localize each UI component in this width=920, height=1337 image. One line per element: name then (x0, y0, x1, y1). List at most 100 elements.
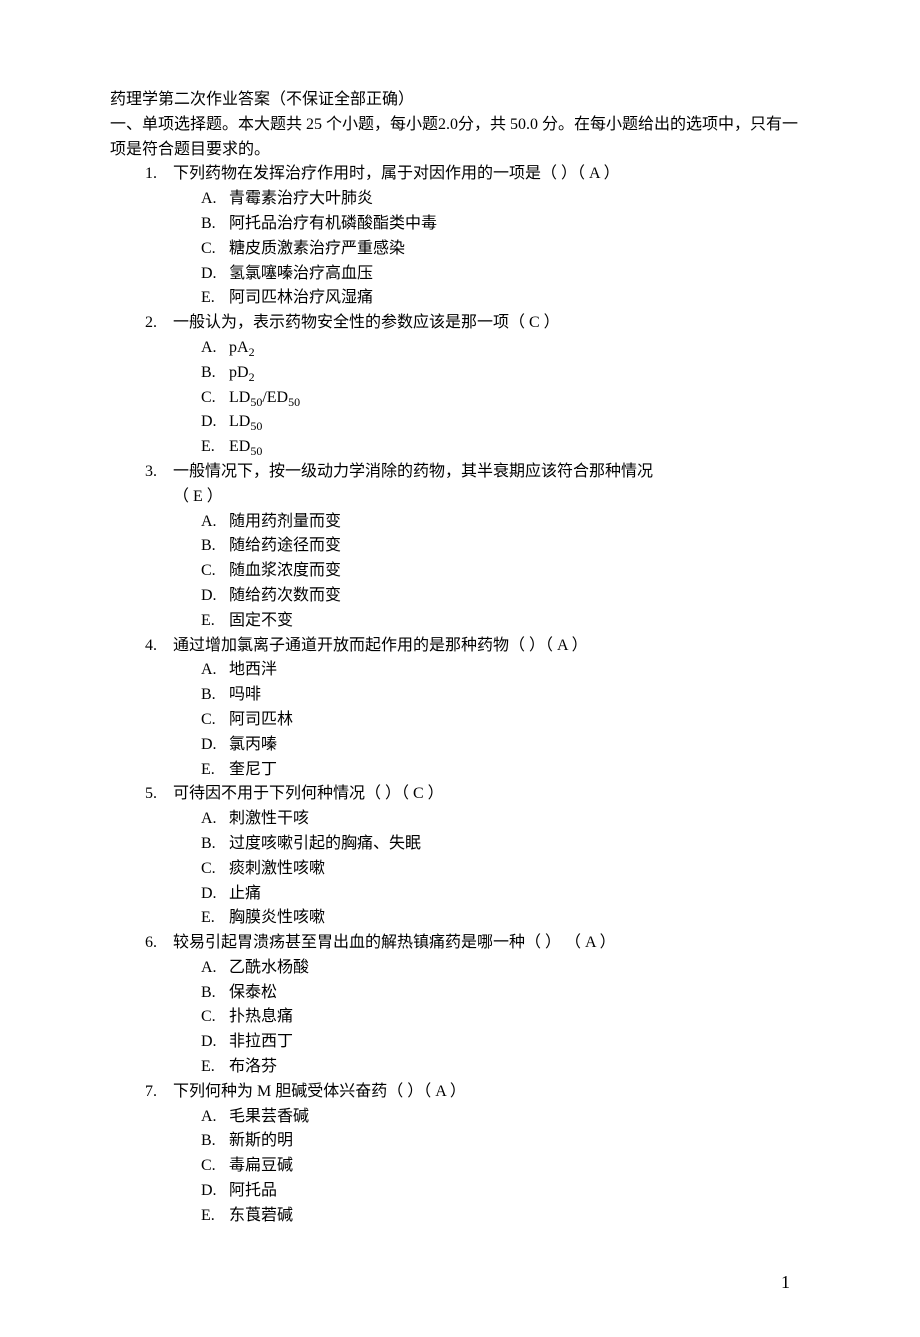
option-d: D.LD50 (201, 410, 810, 435)
question-number: 3. (145, 460, 173, 485)
option-text: 过度咳嗽引起的胸痛、失眠 (229, 832, 421, 857)
option-text: 随给药次数而变 (229, 584, 341, 609)
question-text: 一般认为，表示药物安全性的参数应该是那一项（ C ） (173, 311, 560, 336)
option-label: D. (201, 1030, 229, 1055)
option-text: 糖皮质激素治疗严重感染 (229, 237, 405, 262)
option-label: C. (201, 1154, 229, 1179)
option-text: 氢氯噻嗪治疗高血压 (229, 262, 373, 287)
option-label: B. (201, 534, 229, 559)
option-text: 奎尼丁 (229, 758, 277, 783)
option-e: E.奎尼丁 (201, 758, 810, 783)
option-label: E. (201, 906, 229, 931)
option-a: A.刺激性干咳 (201, 807, 810, 832)
question-stem: 4. 通过增加氯离子通道开放而起作用的是那种药物（ ）（ A ） (145, 634, 810, 659)
option-d: D.阿托品 (201, 1179, 810, 1204)
option-list: A.青霉素治疗大叶肺炎 B.阿托品治疗有机磷酸酯类中毒 C.糖皮质激素治疗严重感… (145, 187, 810, 311)
option-c: C.痰刺激性咳嗽 (201, 857, 810, 882)
option-b: B.保泰松 (201, 981, 810, 1006)
option-b: B.随给药途径而变 (201, 534, 810, 559)
option-c: C.阿司匹林 (201, 708, 810, 733)
option-b: B.pD2 (201, 361, 810, 386)
question-5: 5. 可待因不用于下列何种情况（ ）（ C ） A.刺激性干咳 B.过度咳嗽引起… (110, 782, 810, 931)
option-list: A.地西泮 B.吗啡 C.阿司匹林 D.氯丙嗪 E.奎尼丁 (145, 658, 810, 782)
option-text: 阿托品 (229, 1179, 277, 1204)
option-c: C.随血浆浓度而变 (201, 559, 810, 584)
option-a: A.随用药剂量而变 (201, 510, 810, 535)
option-label: A. (201, 510, 229, 535)
question-list: 1. 下列药物在发挥治疗作用时，属于对因作用的一项是（ ）（ A ） A.青霉素… (110, 162, 810, 1228)
option-text: 随给药途径而变 (229, 534, 341, 559)
option-label: E. (201, 609, 229, 634)
question-stem: 7. 下列何种为 M 胆碱受体兴奋药（ ）（ A ） (145, 1080, 810, 1105)
option-list: A.随用药剂量而变 B.随给药途径而变 C.随血浆浓度而变 D.随给药次数而变 … (145, 510, 810, 634)
question-text: 一般情况下，按一级动力学消除的药物，其半衰期应该符合那种情况 (173, 460, 653, 485)
question-number: 2. (145, 311, 173, 336)
option-b: B.新斯的明 (201, 1129, 810, 1154)
option-text: 非拉西丁 (229, 1030, 293, 1055)
option-text: pA2 (229, 336, 255, 361)
option-text: 随用药剂量而变 (229, 510, 341, 535)
option-text: 痰刺激性咳嗽 (229, 857, 325, 882)
option-e: E.ED50 (201, 435, 810, 460)
question-text: 通过增加氯离子通道开放而起作用的是那种药物（ ）（ A ） (173, 634, 588, 659)
option-label: E. (201, 286, 229, 311)
option-text: 固定不变 (229, 609, 293, 634)
option-text: 毛果芸香碱 (229, 1105, 309, 1130)
option-label: A. (201, 658, 229, 683)
option-d: D.随给药次数而变 (201, 584, 810, 609)
option-text: pD2 (229, 361, 255, 386)
page-number: 1 (110, 1269, 810, 1297)
question-3: 3. 一般情况下，按一级动力学消除的药物，其半衰期应该符合那种情况 （ E ） … (110, 460, 810, 634)
option-label: B. (201, 832, 229, 857)
option-label: A. (201, 956, 229, 981)
option-label: D. (201, 733, 229, 758)
option-c: C.LD50/ED50 (201, 386, 810, 411)
option-label: A. (201, 336, 229, 361)
option-text: 吗啡 (229, 683, 261, 708)
question-1: 1. 下列药物在发挥治疗作用时，属于对因作用的一项是（ ）（ A ） A.青霉素… (110, 162, 810, 311)
option-list: A.刺激性干咳 B.过度咳嗽引起的胸痛、失眠 C.痰刺激性咳嗽 D.止痛 E.胸… (145, 807, 810, 931)
option-text: LD50/ED50 (229, 386, 300, 411)
option-c: C.糖皮质激素治疗严重感染 (201, 237, 810, 262)
question-text: 可待因不用于下列何种情况（ ）（ C ） (173, 782, 444, 807)
option-label: D. (201, 1179, 229, 1204)
option-e: E.东莨菪碱 (201, 1204, 810, 1229)
question-2: 2. 一般认为，表示药物安全性的参数应该是那一项（ C ） A.pA2 B.pD… (110, 311, 810, 460)
option-text: 布洛芬 (229, 1055, 277, 1080)
option-label: D. (201, 882, 229, 907)
question-text: 较易引起胃溃疡甚至胃出血的解热镇痛药是哪一种（ ） （ A ） (173, 931, 616, 956)
question-4: 4. 通过增加氯离子通道开放而起作用的是那种药物（ ）（ A ） A.地西泮 B… (110, 634, 810, 783)
option-label: E. (201, 1055, 229, 1080)
document-title: 药理学第二次作业答案（不保证全部正确） (110, 88, 810, 113)
option-label: C. (201, 386, 229, 411)
question-text: 下列药物在发挥治疗作用时，属于对因作用的一项是（ ）（ A ） (173, 162, 620, 187)
option-text: 青霉素治疗大叶肺炎 (229, 187, 373, 212)
option-text: 保泰松 (229, 981, 277, 1006)
document-page: 药理学第二次作业答案（不保证全部正确） 一、单项选择题。本大题共 25 个小题，… (0, 0, 920, 1337)
option-label: A. (201, 187, 229, 212)
option-label: C. (201, 1005, 229, 1030)
option-label: D. (201, 584, 229, 609)
option-text: ED50 (229, 435, 262, 460)
option-c: C.毒扁豆碱 (201, 1154, 810, 1179)
option-text: 随血浆浓度而变 (229, 559, 341, 584)
option-a: A.pA2 (201, 336, 810, 361)
option-e: E.阿司匹林治疗风湿痛 (201, 286, 810, 311)
option-a: A.乙酰水杨酸 (201, 956, 810, 981)
option-d: D.止痛 (201, 882, 810, 907)
option-text: 阿托品治疗有机磷酸酯类中毒 (229, 212, 437, 237)
option-a: A.青霉素治疗大叶肺炎 (201, 187, 810, 212)
question-number: 5. (145, 782, 173, 807)
option-label: C. (201, 559, 229, 584)
section-instruction: 一、单项选择题。本大题共 25 个小题，每小题2.0分，共 50.0 分。在每小… (110, 113, 810, 163)
option-label: B. (201, 1129, 229, 1154)
question-7: 7. 下列何种为 M 胆碱受体兴奋药（ ）（ A ） A.毛果芸香碱 B.新斯的… (110, 1080, 810, 1229)
option-label: D. (201, 262, 229, 287)
option-b: B.吗啡 (201, 683, 810, 708)
option-list: A.pA2 B.pD2 C.LD50/ED50 D.LD50 E.ED50 (145, 336, 810, 460)
option-text: 东莨菪碱 (229, 1204, 293, 1229)
option-label: B. (201, 683, 229, 708)
option-label: C. (201, 237, 229, 262)
option-text: 胸膜炎性咳嗽 (229, 906, 325, 931)
option-label: E. (201, 758, 229, 783)
